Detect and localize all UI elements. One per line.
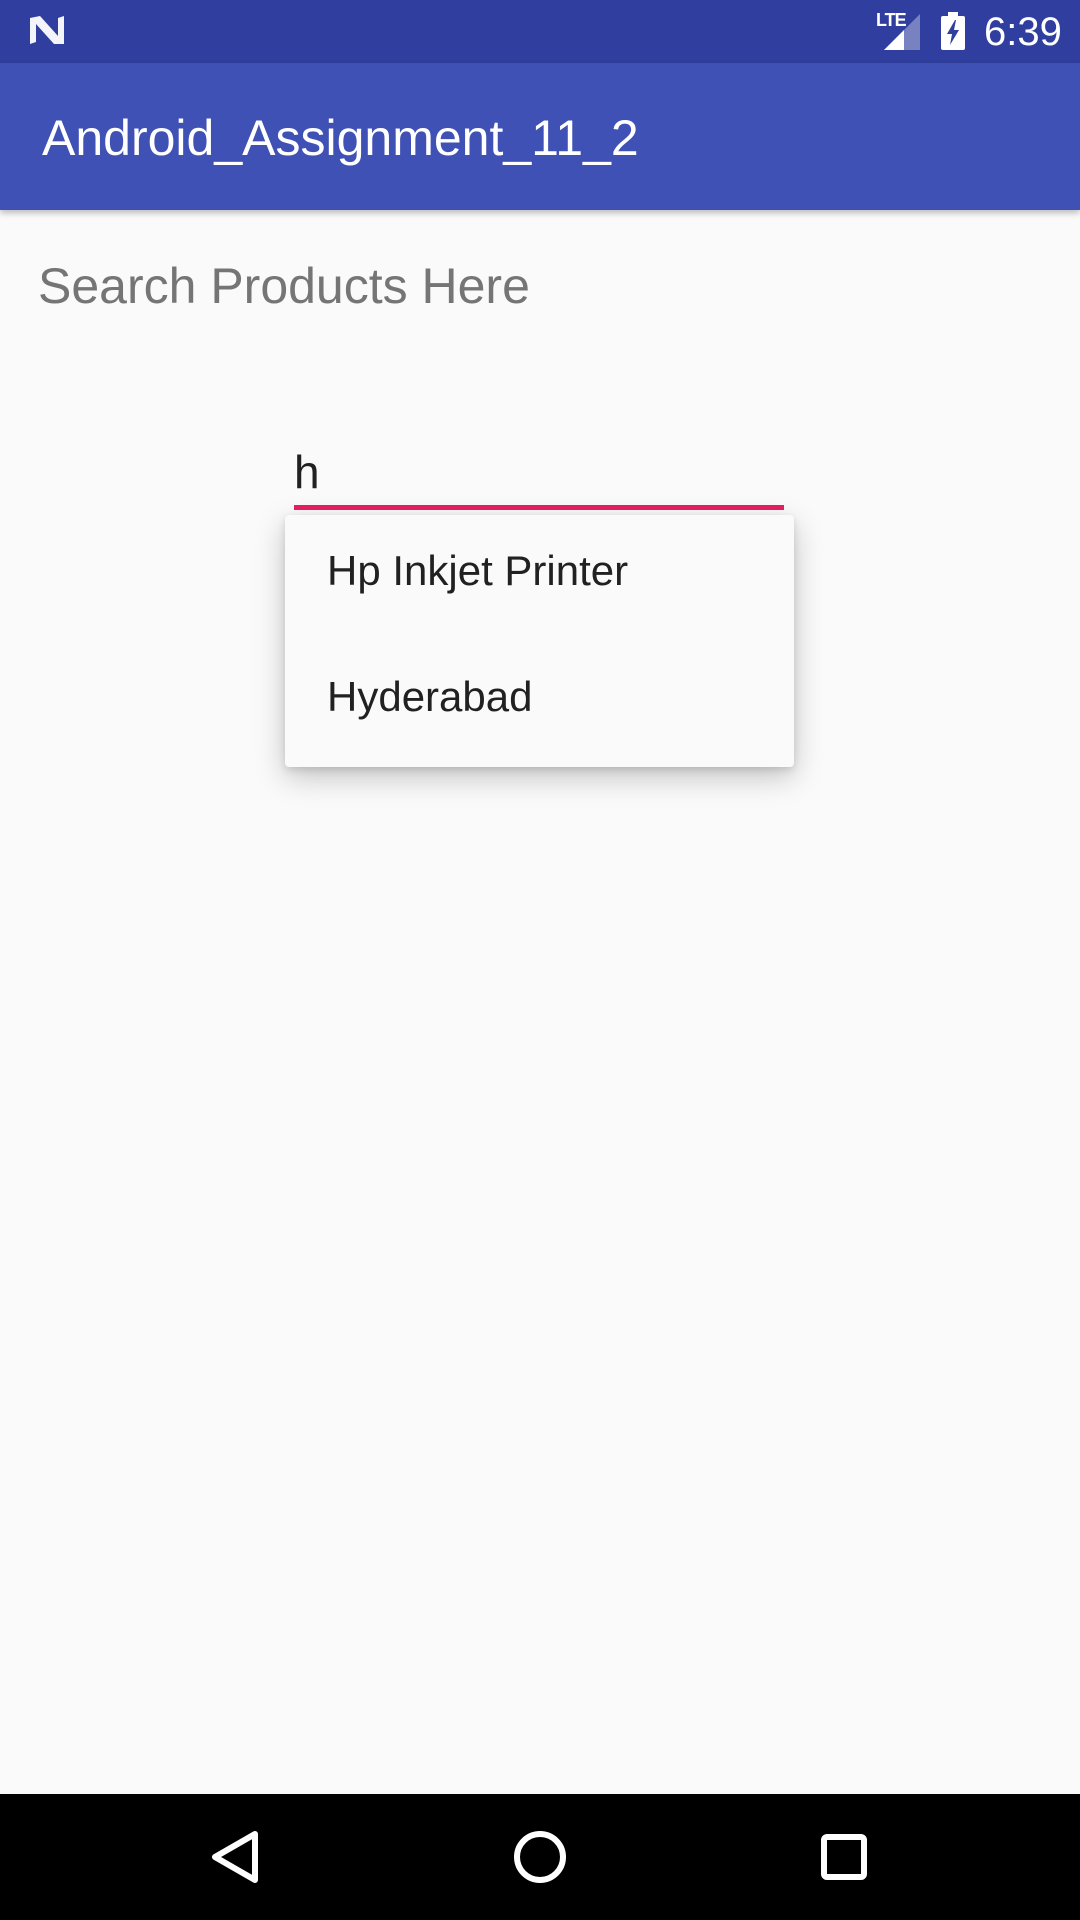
clock: 6:39: [984, 10, 1062, 54]
suggestion-item[interactable]: Hp Inkjet Printer: [285, 515, 794, 641]
battery-charging-icon: [941, 12, 965, 50]
search-input[interactable]: [294, 438, 784, 510]
suggestion-label: Hp Inkjet Printer: [327, 547, 629, 594]
search-label: Search Products Here: [38, 258, 530, 314]
recents-icon[interactable]: [809, 1822, 879, 1892]
app-title: Android_Assignment_11_2: [42, 110, 639, 166]
android-n-icon: [30, 16, 64, 44]
suggestion-item[interactable]: Hyderabad: [285, 641, 794, 767]
navigation-bar: [0, 1794, 1080, 1920]
back-icon[interactable]: [201, 1822, 271, 1892]
suggestion-label: Hyderabad: [327, 673, 533, 720]
lte-signal-icon: [884, 14, 920, 50]
home-icon[interactable]: [505, 1822, 575, 1892]
status-bar: LTE 6:39: [0, 0, 1080, 63]
app-bar: Android_Assignment_11_2: [0, 63, 1080, 210]
suggestion-dropdown: Hp Inkjet Printer Hyderabad: [285, 515, 794, 767]
